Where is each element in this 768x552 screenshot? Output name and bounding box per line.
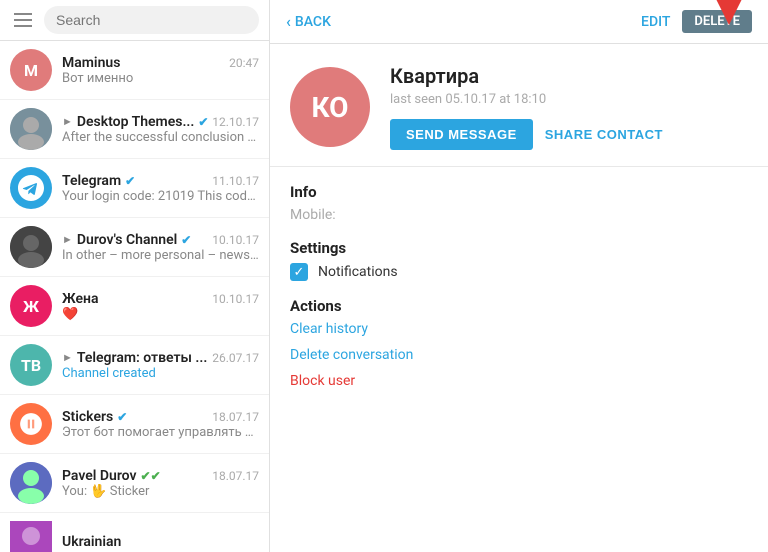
verified-icon: ✔ (181, 233, 191, 247)
chat-time: 26.07.17 (212, 351, 259, 365)
list-item[interactable]: Pavel Durov ✔✔ 18.07.17 You: 🖖 Sticker (0, 454, 269, 513)
clear-history-link[interactable]: Clear history (290, 321, 748, 337)
avatar (10, 521, 52, 552)
header-actions: EDIT DELETE (641, 10, 752, 33)
chat-name: Stickers ✔ (62, 409, 127, 425)
avatar (10, 226, 52, 268)
profile-actions: SEND MESSAGE SHARE CONTACT (390, 119, 748, 150)
chat-time: 12.10.17 (212, 115, 259, 129)
list-item[interactable]: ТВ ► Telegram: ответы ... 26.07.17 Chann… (0, 336, 269, 395)
list-item[interactable]: Stickers ✔ 18.07.17 Этот бот помогает уп… (0, 395, 269, 454)
chat-name: Telegram ✔ (62, 173, 135, 189)
mobile-label: Mobile: (290, 207, 748, 223)
sidebar: M Maminus 20:47 Вот именно ► Desktop The… (0, 0, 270, 552)
sidebar-header (0, 0, 269, 41)
chat-preview: After the successful conclusion of... (62, 130, 259, 145)
avatar (10, 108, 52, 150)
chat-preview: Your login code: 21019 This code ... (62, 189, 259, 204)
chat-info: ► Durov's Channel ✔ 10.10.17 In other – … (62, 232, 259, 263)
verified-icon: ✔ (198, 115, 208, 129)
right-header: ‹ BACK EDIT DELETE (270, 0, 768, 44)
block-user-link[interactable]: Block user (290, 373, 748, 389)
forward-icon: ► (62, 233, 73, 246)
back-label: BACK (295, 14, 331, 30)
avatar: M (10, 49, 52, 91)
chat-info: Maminus 20:47 Вот именно (62, 55, 259, 86)
hamburger-menu-icon[interactable] (10, 9, 36, 31)
right-panel: ‹ BACK EDIT DELETE КО Квартира last seen… (270, 0, 768, 552)
chat-info: ► Desktop Themes... ✔ 12.10.17 After the… (62, 114, 259, 145)
chat-info: Pavel Durov ✔✔ 18.07.17 You: 🖖 Sticker (62, 468, 259, 499)
notifications-label: Notifications (318, 264, 398, 280)
back-chevron-icon: ‹ (286, 12, 291, 31)
chat-name: Maminus (62, 55, 120, 71)
verified-icon: ✔ (125, 174, 135, 188)
chat-info: Жена 10.10.17 ❤️ (62, 291, 259, 322)
search-input[interactable] (44, 6, 259, 34)
actions-section-title: Actions (290, 297, 748, 315)
double-check-icon: ✔✔ (141, 469, 161, 483)
chat-name: Ukrainian (62, 534, 121, 550)
chat-info: Ukrainian (62, 534, 259, 550)
chat-name: ► Durov's Channel ✔ (62, 232, 191, 248)
chat-info: ► Telegram: ответы ... 26.07.17 Channel … (62, 350, 259, 381)
forward-icon: ► (62, 351, 73, 364)
list-item[interactable]: Telegram ✔ 11.10.17 Your login code: 210… (0, 159, 269, 218)
avatar (10, 167, 52, 209)
forward-icon: ► (62, 115, 73, 128)
chat-info: Telegram ✔ 11.10.17 Your login code: 210… (62, 173, 259, 204)
chat-preview: Вот именно (62, 71, 259, 86)
profile-name: Квартира (390, 64, 748, 88)
profile-info: Квартира last seen 05.10.17 at 18:10 SEN… (390, 64, 748, 150)
chat-time: 18.07.17 (212, 469, 259, 483)
chat-name: Жена (62, 291, 99, 307)
send-message-button[interactable]: SEND MESSAGE (390, 119, 533, 150)
chat-preview: ❤️ (62, 307, 259, 322)
chat-time: 10.10.17 (212, 292, 259, 306)
chat-preview: Этот бот помогает управлять ст... (62, 425, 259, 440)
chat-time: 18.07.17 (212, 410, 259, 424)
settings-section-title: Settings (290, 239, 748, 257)
back-button[interactable]: ‹ BACK (286, 12, 331, 31)
avatar: Ж (10, 285, 52, 327)
profile-avatar: КО (290, 67, 370, 147)
chat-time: 20:47 (229, 56, 259, 70)
delete-button[interactable]: DELETE (682, 10, 752, 33)
chat-preview: Channel created (62, 366, 259, 381)
list-item[interactable]: ► Desktop Themes... ✔ 12.10.17 After the… (0, 100, 269, 159)
notifications-row: ✓ Notifications (290, 263, 748, 281)
verified-icon: ✔ (117, 410, 127, 424)
chat-list: M Maminus 20:47 Вот именно ► Desktop The… (0, 41, 269, 552)
notifications-checkbox[interactable]: ✓ (290, 263, 308, 281)
chat-name: ► Desktop Themes... ✔ (62, 114, 208, 130)
chat-info: Stickers ✔ 18.07.17 Этот бот помогает уп… (62, 409, 259, 440)
chat-name: Pavel Durov ✔✔ (62, 468, 161, 484)
share-contact-button[interactable]: SHARE CONTACT (545, 127, 663, 142)
chat-preview: You: 🖖 Sticker (62, 484, 259, 499)
list-item[interactable]: M Maminus 20:47 Вот именно (0, 41, 269, 100)
checkbox-check-icon: ✓ (294, 265, 305, 280)
list-item[interactable]: Ж Жена 10.10.17 ❤️ (0, 277, 269, 336)
list-item[interactable]: ► Durov's Channel ✔ 10.10.17 In other – … (0, 218, 269, 277)
chat-time: 11.10.17 (212, 174, 259, 188)
avatar: ТВ (10, 344, 52, 386)
list-item[interactable]: Ukrainian (0, 513, 269, 552)
info-section-title: Info (290, 183, 748, 201)
chat-name: ► Telegram: ответы ... (62, 350, 207, 366)
avatar (10, 462, 52, 504)
edit-button[interactable]: EDIT (641, 14, 670, 30)
detail-content: Info Mobile: Settings ✓ Notifications Ac… (270, 167, 768, 552)
chat-preview: In other – more personal – news, ... (62, 248, 259, 263)
profile-section: КО Квартира last seen 05.10.17 at 18:10 … (270, 44, 768, 167)
delete-conversation-link[interactable]: Delete conversation (290, 347, 748, 363)
chat-time: 10.10.17 (212, 233, 259, 247)
profile-status: last seen 05.10.17 at 18:10 (390, 92, 748, 107)
avatar (10, 403, 52, 445)
